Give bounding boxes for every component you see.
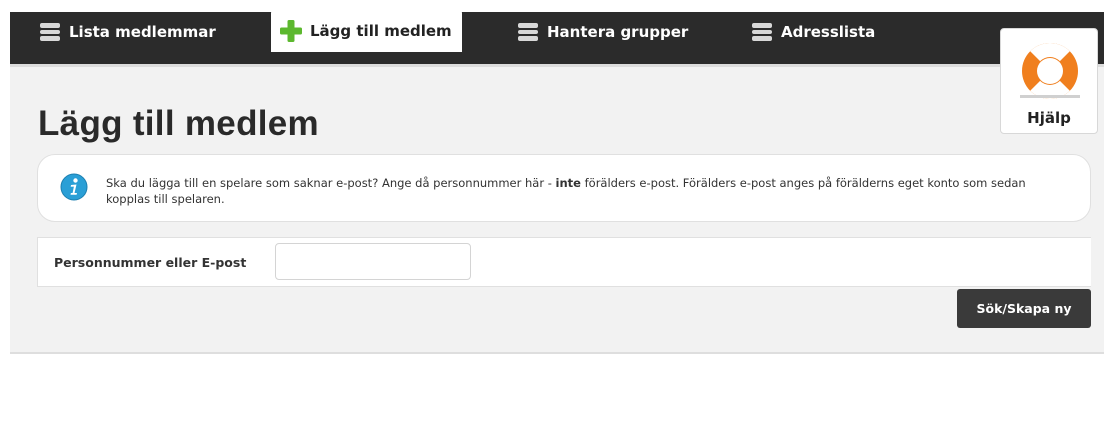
list-icon [752,23,772,41]
tab-label: Hantera grupper [547,23,689,41]
search-create-button[interactable]: Sök/Skapa ny [957,289,1091,328]
tab-label: Lägg till medlem [310,22,452,40]
tab-adresslista[interactable]: Adresslista [752,12,875,52]
field-label: Personnummer eller E-post [54,255,247,270]
list-icon [40,23,60,41]
form-row: Personnummer eller E-post [37,237,1091,287]
tab-label: Adresslista [781,23,876,41]
tab-lista-medlemmar[interactable]: Lista medlemmar [40,12,216,52]
page-title: Lägg till medlem [38,104,319,143]
lifebuoy-icon [1020,43,1080,99]
help-button[interactable]: Hjälp [1000,28,1098,134]
help-label: Hjälp [1027,109,1071,127]
tab-label: Lista medlemmar [69,23,216,41]
info-box: Ska du lägga till en spelare som saknar … [37,154,1091,222]
info-icon [60,173,88,201]
personnummer-email-input[interactable] [275,243,471,280]
tab-lagg-till-medlem[interactable]: Lägg till medlem [271,10,462,52]
info-text: Ska du lägga till en spelare som saknar … [106,176,1026,206]
tab-hantera-grupper[interactable]: Hantera grupper [518,12,688,52]
list-icon [518,23,538,41]
plus-icon [280,20,302,42]
info-emphasis: inte [555,176,581,190]
